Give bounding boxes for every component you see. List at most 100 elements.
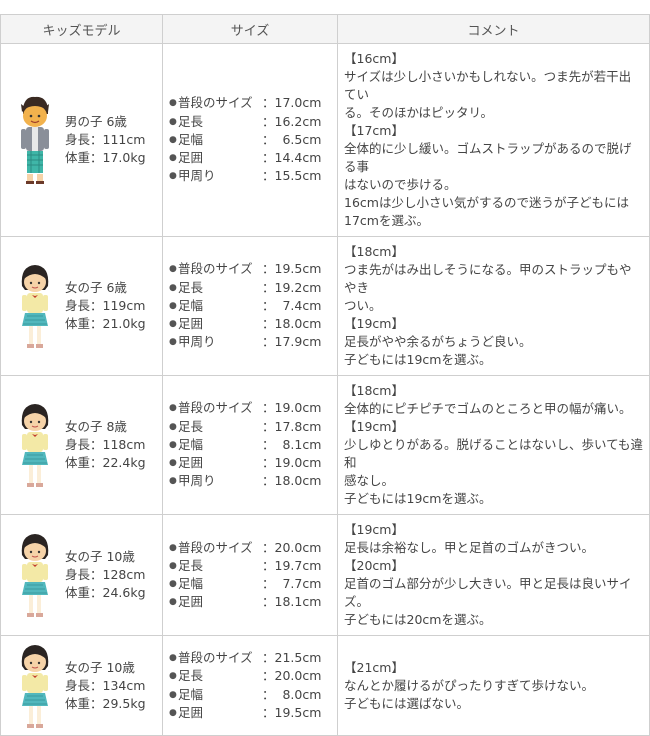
bullet-icon: ●: [169, 337, 177, 348]
girl-illustration: [15, 399, 55, 491]
comment-cell: 【19cm】 足長は余裕なし。甲と足首のゴムがきつい。 【20cm】 足首のゴム…: [337, 514, 650, 636]
comment-line: 足長がやや余るがちょうど良い。: [344, 334, 532, 349]
size-row: ● 足幅： 7.4cm: [169, 297, 337, 315]
bullet-icon: ●: [169, 282, 177, 293]
bullet-icon: ●: [169, 171, 177, 182]
size-row: ● 普段のサイズ ：20.0cm: [169, 539, 337, 557]
model-height: 身長：119cm: [65, 298, 146, 313]
size-row: ● 足囲 ：19.5cm: [169, 704, 337, 722]
bullet-icon: ●: [169, 134, 177, 145]
comment-cell: 【18cm】 つま先がはみ出しそうになる。甲のストラップもややき つい。 【19…: [337, 236, 650, 376]
comment-cell: 【21cm】 なんとか履けるがぴったりすぎて歩けない。 子どもには選ばない。: [337, 635, 650, 736]
size-row: ● 普段のサイズ ：19.0cm: [169, 399, 337, 417]
bullet-icon: ●: [169, 264, 177, 275]
comment-line: 子どもには20cmを選ぶ。: [344, 612, 492, 627]
model-height: 身長：128cm: [65, 567, 146, 582]
table-header-row: キッズモデル サイズ コメント: [0, 14, 650, 44]
model-cell: 女の子 8歳 身長：118cm 体重：22.4kg: [0, 375, 163, 515]
size-row: ● 普段のサイズ ：21.5cm: [169, 649, 337, 667]
bullet-icon: ●: [169, 707, 177, 718]
bullet-icon: ●: [169, 403, 177, 414]
table-row: 女の子 6歳 身長：119cm 体重：21.0kg ● 普段のサイズ ：19.5cm…: [0, 236, 650, 376]
comment-line: つい。: [344, 298, 382, 313]
comment-line: つま先がはみ出しそうになる。甲のストラップもややき: [344, 262, 632, 295]
size-row: ● 足長 ：16.2cm: [169, 113, 337, 131]
kids-fit-table: キッズモデル サイズ コメント 男の子 6歳 身長：111cm 体重：17.0k…: [0, 14, 650, 736]
header-comment: コメント: [337, 14, 650, 44]
boy-illustration: [15, 94, 55, 186]
header-kids-model: キッズモデル: [0, 14, 163, 44]
comment-line: 【18cm】: [344, 244, 404, 259]
comment-line: 【18cm】: [344, 383, 404, 398]
model-cell: 女の子 6歳 身長：119cm 体重：21.0kg: [0, 236, 163, 376]
size-row: ● 足幅： 8.0cm: [169, 686, 337, 704]
model-info: 女の子 8歳 身長：118cm 体重：22.4kg: [65, 418, 146, 472]
size-row: ● 足長 ：17.8cm: [169, 418, 337, 436]
bullet-icon: ●: [169, 421, 177, 432]
comment-line: 17cmを選ぶ。: [344, 213, 429, 228]
size-row: ● 足幅： 8.1cm: [169, 436, 337, 454]
model-info: 男の子 6歳 身長：111cm 体重：17.0kg: [65, 113, 146, 167]
size-row: ● 甲周り ：18.0cm: [169, 472, 337, 490]
bullet-icon: ●: [169, 476, 177, 487]
comment-line: はないので歩ける。: [344, 177, 457, 192]
model-name: 女の子 6歳: [65, 280, 127, 295]
comment-line: 足長は余裕なし。甲と足首のゴムがきつい。: [344, 540, 595, 555]
size-row: ● 足囲 ：18.0cm: [169, 315, 337, 333]
comment-line: 【16cm】: [344, 51, 404, 66]
size-row: ● 足幅： 7.7cm: [169, 575, 337, 593]
bullet-icon: ●: [169, 671, 177, 682]
model-name: 女の子 10歳: [65, 659, 135, 675]
comment-line: サイズは少し小さいかもしれない。つま先が若干出てい: [344, 69, 632, 102]
comment-line: 【17cm】: [344, 123, 404, 138]
size-row: ● 足幅： 6.5cm: [169, 131, 337, 149]
model-cell: 女の子 10歳 身長：128cm 体重：24.6kg: [0, 514, 163, 636]
model-weight: 体重：29.5kg: [65, 695, 146, 711]
comment-line: る。そのほかはピッタリ。: [344, 105, 494, 120]
model-name: 女の子 10歳: [65, 549, 135, 564]
size-row: ● 普段のサイズ ：17.0cm: [169, 94, 337, 112]
size-row: ● 普段のサイズ ：19.5cm: [169, 260, 337, 278]
girl-illustration: [15, 640, 55, 732]
table-row: 女の子 8歳 身長：118cm 体重：22.4kg ● 普段のサイズ ：19.0cm…: [0, 375, 650, 515]
girl-illustration: [15, 260, 55, 352]
model-weight: 体重：24.6kg: [65, 585, 146, 600]
comment-line: 感なし。: [344, 473, 395, 488]
model-height: 身長：111cm: [65, 132, 146, 147]
model-weight: 体重：22.4kg: [65, 455, 146, 470]
size-row: ● 甲周り ：17.9cm: [169, 333, 337, 351]
bullet-icon: ●: [169, 542, 177, 553]
model-info: 女の子 10歳 身長：128cm 体重：24.6kg: [65, 548, 146, 602]
size-row: ● 足囲 ：14.4cm: [169, 149, 337, 167]
bullet-icon: ●: [169, 98, 177, 109]
size-cell: ● 普段のサイズ ：17.0cm ● 足長 ：16.2cm ● 足幅： 6.5cm ● 足囲…: [162, 43, 338, 237]
model-info: 女の子 10歳 身長：134cm 体重：29.5kg: [65, 659, 146, 713]
size-row: ● 足長 ：20.0cm: [169, 667, 337, 685]
bullet-icon: ●: [169, 300, 177, 311]
comment-line: 足首のゴム部分が少し大きい。甲と足長は良いサイズ。: [344, 576, 632, 609]
table-row: 女の子 10歳 身長：128cm 体重：24.6kg ● 普段のサイズ ：20.0c…: [0, 514, 650, 636]
size-row: ● 甲周り ：15.5cm: [169, 167, 337, 185]
bullet-icon: ●: [169, 116, 177, 127]
comment-line: 【19cm】: [344, 522, 404, 537]
size-row: ● 足囲 ：18.1cm: [169, 593, 337, 611]
size-row: ● 足長 ：19.2cm: [169, 279, 337, 297]
model-name: 男の子 6歳: [65, 114, 127, 129]
model-info: 女の子 6歳 身長：119cm 体重：21.0kg: [65, 279, 146, 333]
bullet-icon: ●: [169, 458, 177, 469]
comment-line: 子どもには19cmを選ぶ。: [344, 491, 492, 506]
table-row: 女の子 10歳 身長：134cm 体重：29.5kg ● 普段のサイズ ：21.5c…: [0, 635, 650, 736]
comment-line: なんとか履けるがぴったりすぎて歩けない。: [344, 677, 595, 693]
bullet-icon: ●: [169, 319, 177, 330]
girl-illustration: [15, 529, 55, 621]
bullet-icon: ●: [169, 597, 177, 608]
model-name: 女の子 8歳: [65, 419, 127, 434]
comment-line: 【21cm】: [344, 659, 404, 675]
size-cell: ● 普段のサイズ ：20.0cm ● 足長 ：19.7cm ● 足幅： 7.7cm ● 足囲…: [162, 514, 338, 636]
bullet-icon: ●: [169, 439, 177, 450]
comment-line: 子どもには19cmを選ぶ。: [344, 352, 492, 367]
comment-line: 全体的に少し緩い。ゴムストラップがあるので脱げる事: [344, 141, 632, 174]
comment-line: 【19cm】: [344, 316, 404, 331]
size-row: ● 足囲 ：19.0cm: [169, 454, 337, 472]
header-size: サイズ: [162, 14, 338, 44]
